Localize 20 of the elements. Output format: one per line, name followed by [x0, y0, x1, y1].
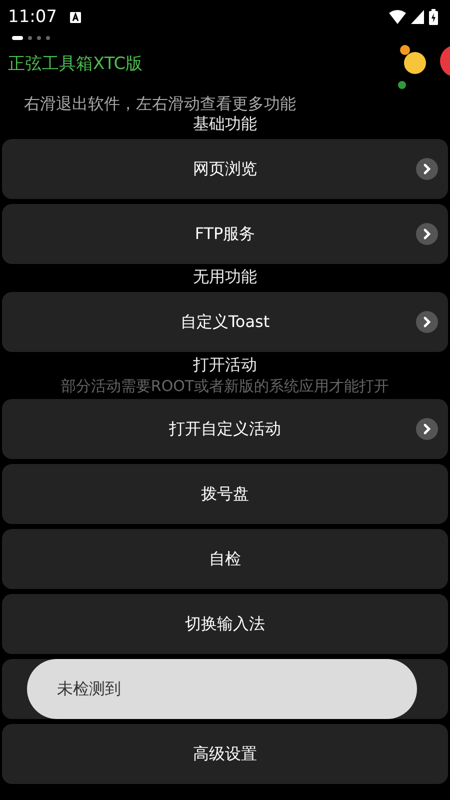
hint-text: 右滑退出软件，左右滑动查看更多功能 — [23, 94, 297, 115]
battery-icon — [429, 9, 438, 25]
toast-message: 未检测到 — [27, 659, 417, 719]
menu-row[interactable]: 自定义Toast — [2, 292, 448, 352]
menu-row[interactable]: 高级设置 — [2, 724, 448, 784]
notification-icon — [70, 12, 81, 22]
section-header: 无用功能 — [192, 267, 258, 287]
menu-row[interactable]: 拨号盘 — [2, 464, 448, 524]
section-header: 打开活动 — [192, 355, 258, 375]
menu-row[interactable]: FTP服务 — [2, 204, 448, 264]
section-header: 基础功能 — [192, 114, 258, 134]
menu-row[interactable]: 打开自定义活动 — [2, 399, 448, 459]
menu-row[interactable]: 自检 — [2, 529, 448, 589]
menu-row[interactable]: 切换输入法 — [2, 594, 448, 654]
status-time: 11:07 — [8, 7, 57, 27]
section-note: 部分活动需要ROOT或者新版的系统应用才能打开 — [60, 378, 390, 394]
menu-row[interactable]: 网页浏览 — [2, 139, 448, 199]
wifi-icon — [389, 10, 406, 24]
app-title: 正弦工具箱XTC版 — [7, 53, 143, 75]
signal-icon — [411, 10, 424, 24]
